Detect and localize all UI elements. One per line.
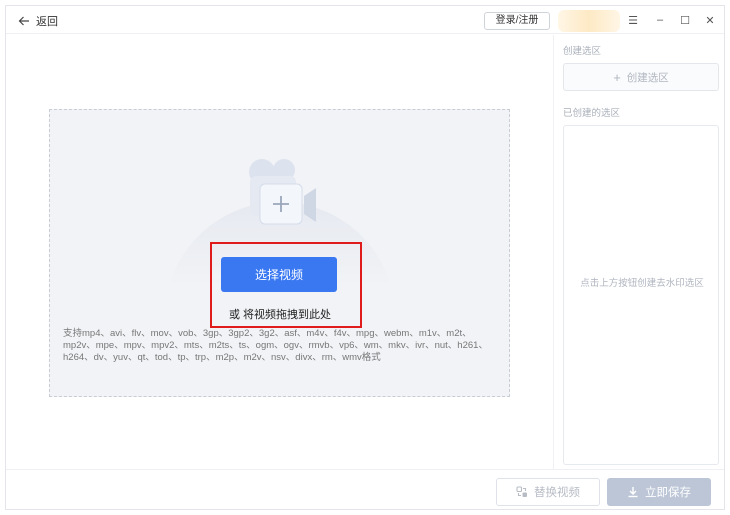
user-avatar-area[interactable] — [558, 10, 620, 32]
maximize-glyph: ☐ — [680, 14, 690, 27]
created-selections-list: 点击上方按钮创建去水印选区 — [563, 125, 719, 465]
create-selection-button[interactable]: + 创建选区 — [563, 63, 719, 91]
hamburger-menu-icon[interactable]: ☰ — [625, 12, 641, 28]
replace-icon — [516, 486, 527, 497]
close-icon[interactable]: ✕ — [702, 12, 718, 28]
login-register-button[interactable]: 登录/注册 — [484, 12, 550, 30]
created-section-label: 已创建的选区 — [563, 108, 621, 119]
arrow-left-icon — [18, 16, 29, 26]
create-section-label: 创建选区 — [563, 46, 602, 57]
bottom-bar: 替换视频 立即保存 — [6, 469, 724, 509]
app-window: 返回 登录/注册 ☰ – ☐ ✕ 选择视频 或 将视频拖拽到此处 支持mp4、a… — [5, 5, 725, 510]
video-camera-add-icon — [249, 159, 316, 225]
minimize-glyph: – — [656, 14, 664, 26]
save-now-button[interactable]: 立即保存 — [607, 478, 711, 506]
maximize-icon[interactable]: ☐ — [677, 12, 693, 28]
plus-icon: + — [613, 69, 621, 85]
back-button[interactable]: 返回 — [18, 13, 58, 29]
minimize-icon[interactable]: – — [652, 12, 668, 28]
title-bar: 返回 登录/注册 ☰ – ☐ ✕ — [6, 6, 724, 34]
back-label: 返回 — [36, 16, 58, 28]
create-selection-label: 创建选区 — [626, 71, 669, 84]
supported-formats-text: 支持mp4、avi、flv、mov、vob、3gp、3gp2、3g2、asf、m… — [63, 328, 488, 363]
selection-panel: 创建选区 + 创建选区 已创建的选区 点击上方按钮创建去水印选区 — [553, 35, 724, 469]
download-icon — [628, 487, 638, 498]
empty-selection-hint: 点击上方按钮创建去水印选区 — [580, 278, 704, 289]
replace-video-button[interactable]: 替换视频 — [496, 478, 600, 506]
replace-video-label: 替换视频 — [534, 487, 580, 499]
close-glyph: ✕ — [705, 14, 715, 27]
menu-glyph: ☰ — [628, 14, 638, 27]
save-now-label: 立即保存 — [645, 487, 691, 499]
drag-hint-text: 或 将视频拖拽到此处 — [228, 309, 332, 321]
choose-video-button[interactable]: 选择视频 — [221, 257, 337, 292]
video-drop-zone[interactable]: 选择视频 或 将视频拖拽到此处 支持mp4、avi、flv、mov、vob、3g… — [49, 109, 510, 397]
